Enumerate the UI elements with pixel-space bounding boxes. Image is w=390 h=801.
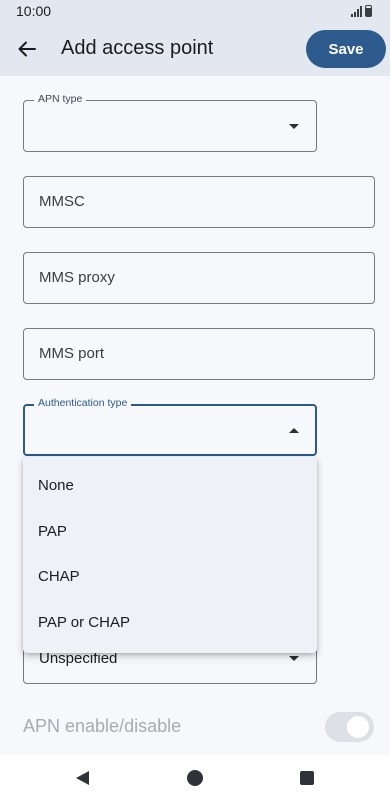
chevron-up-icon (289, 428, 299, 433)
apn-type-dropdown[interactable]: APN type (23, 93, 317, 152)
status-time: 10:00 (16, 3, 52, 19)
chevron-down-icon (289, 656, 299, 661)
authentication-type-label: Authentication type (34, 397, 132, 409)
menu-item-label: PAP (38, 523, 67, 540)
menu-item-label: PAP or CHAP (38, 614, 130, 631)
mmsc-placeholder: MMSC (39, 193, 85, 210)
status-icons (351, 5, 372, 17)
mms-port-field[interactable]: MMS port (23, 328, 375, 380)
battery-icon (365, 5, 372, 17)
apn-type-label: APN type (34, 93, 87, 105)
back-button[interactable] (14, 36, 40, 62)
chevron-down-icon (289, 124, 299, 129)
mmsc-field[interactable]: MMSC (23, 176, 375, 228)
menu-item-label: None (38, 477, 74, 494)
menu-item-chap[interactable]: CHAP (23, 555, 317, 599)
mms-proxy-placeholder: MMS proxy (39, 269, 115, 286)
page-title: Add access point (61, 37, 214, 59)
screen: 10:00 Add access point Save APN type MMS… (0, 0, 390, 801)
authentication-type-dropdown[interactable]: Authentication type (23, 397, 317, 456)
toggle-knob (347, 716, 369, 738)
mms-proxy-field[interactable]: MMS proxy (23, 252, 375, 304)
apn-enable-label: APN enable/disable (23, 716, 182, 736)
mms-port-placeholder: MMS port (39, 345, 105, 362)
save-button[interactable]: Save (306, 30, 386, 68)
arrow-back-icon (18, 41, 36, 57)
status-bar: 10:00 (0, 0, 390, 24)
menu-item-pap-or-chap[interactable]: PAP or CHAP (23, 601, 317, 645)
app-bar: Add access point Save (0, 24, 390, 76)
navigation-bar (0, 755, 390, 801)
nav-home-icon[interactable] (187, 770, 203, 786)
apn-enable-toggle[interactable] (325, 712, 374, 742)
nav-back-icon[interactable] (76, 771, 89, 785)
signal-icon (351, 6, 362, 17)
form-content: APN type MMSC MMS proxy MMS port Authent… (0, 76, 390, 755)
menu-item-pap[interactable]: PAP (23, 510, 317, 554)
authentication-type-menu: None PAP CHAP PAP or CHAP (23, 457, 317, 653)
menu-item-none[interactable]: None (23, 464, 317, 508)
nav-recents-icon[interactable] (300, 771, 314, 785)
menu-item-label: CHAP (38, 568, 80, 585)
